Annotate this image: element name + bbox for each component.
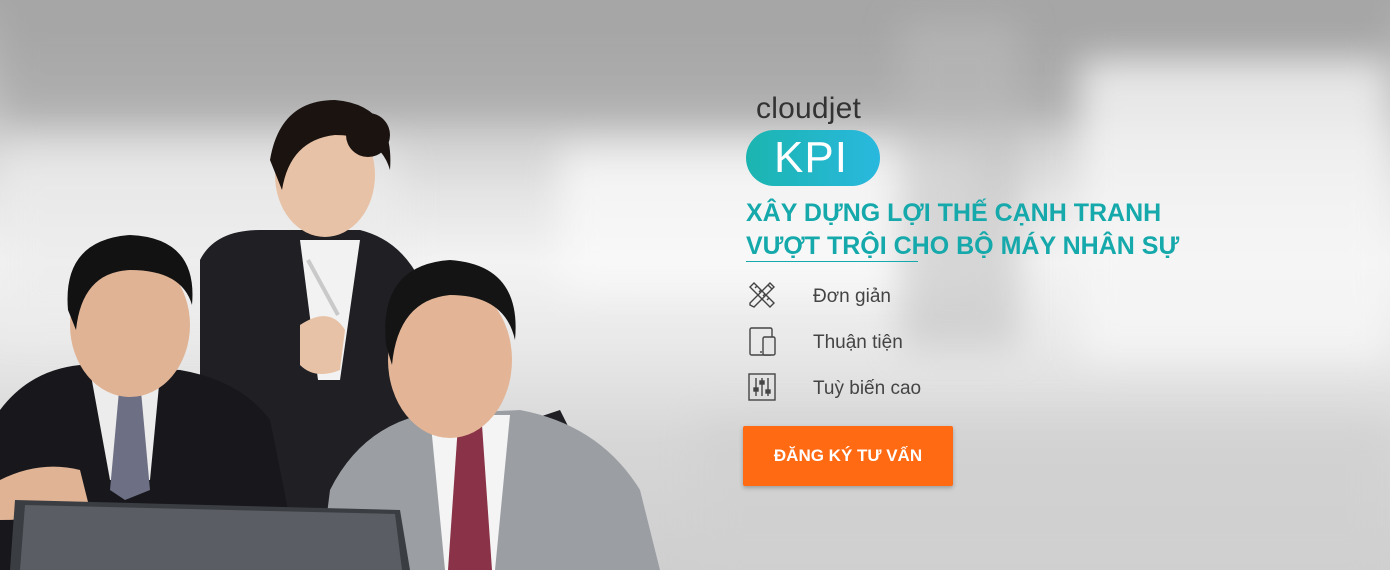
sliders-icon xyxy=(748,373,776,401)
headline: XÂY DỰNG LỢI THẾ CẠNH TRANH VƯỢT TRỘI CH… xyxy=(746,197,1306,263)
pencil-ruler-icon xyxy=(749,282,775,308)
feature-item-customizable: Tuỳ biến cao xyxy=(746,371,1046,405)
register-consultation-button[interactable]: ĐĂNG KÝ TƯ VẤN xyxy=(743,426,953,486)
feature-label: Thuận tiện xyxy=(813,332,903,353)
product-badge: KPI xyxy=(746,130,880,186)
headline-line-1: XÂY DỰNG LỢI THẾ CẠNH TRANH xyxy=(746,199,1162,227)
headline-underline xyxy=(746,261,918,262)
feature-item-convenient: Thuận tiện xyxy=(746,325,1046,359)
laptop xyxy=(10,500,410,570)
headline-line-2: VƯỢT TRỘI CHO BỘ MÁY NHÂN SỰ xyxy=(746,232,1180,260)
feature-item-simple: Đơn giản xyxy=(746,279,1046,313)
feature-label: Tuỳ biến cao xyxy=(813,378,922,399)
hero-banner: cloudjet KPI XÂY DỰNG LỢI THẾ CẠNH TRANH… xyxy=(0,0,1390,570)
feature-label: Đơn giản xyxy=(813,286,891,307)
brand-name: cloudjet xyxy=(756,92,862,125)
devices-icon xyxy=(749,327,776,356)
business-people-photo xyxy=(0,100,660,570)
